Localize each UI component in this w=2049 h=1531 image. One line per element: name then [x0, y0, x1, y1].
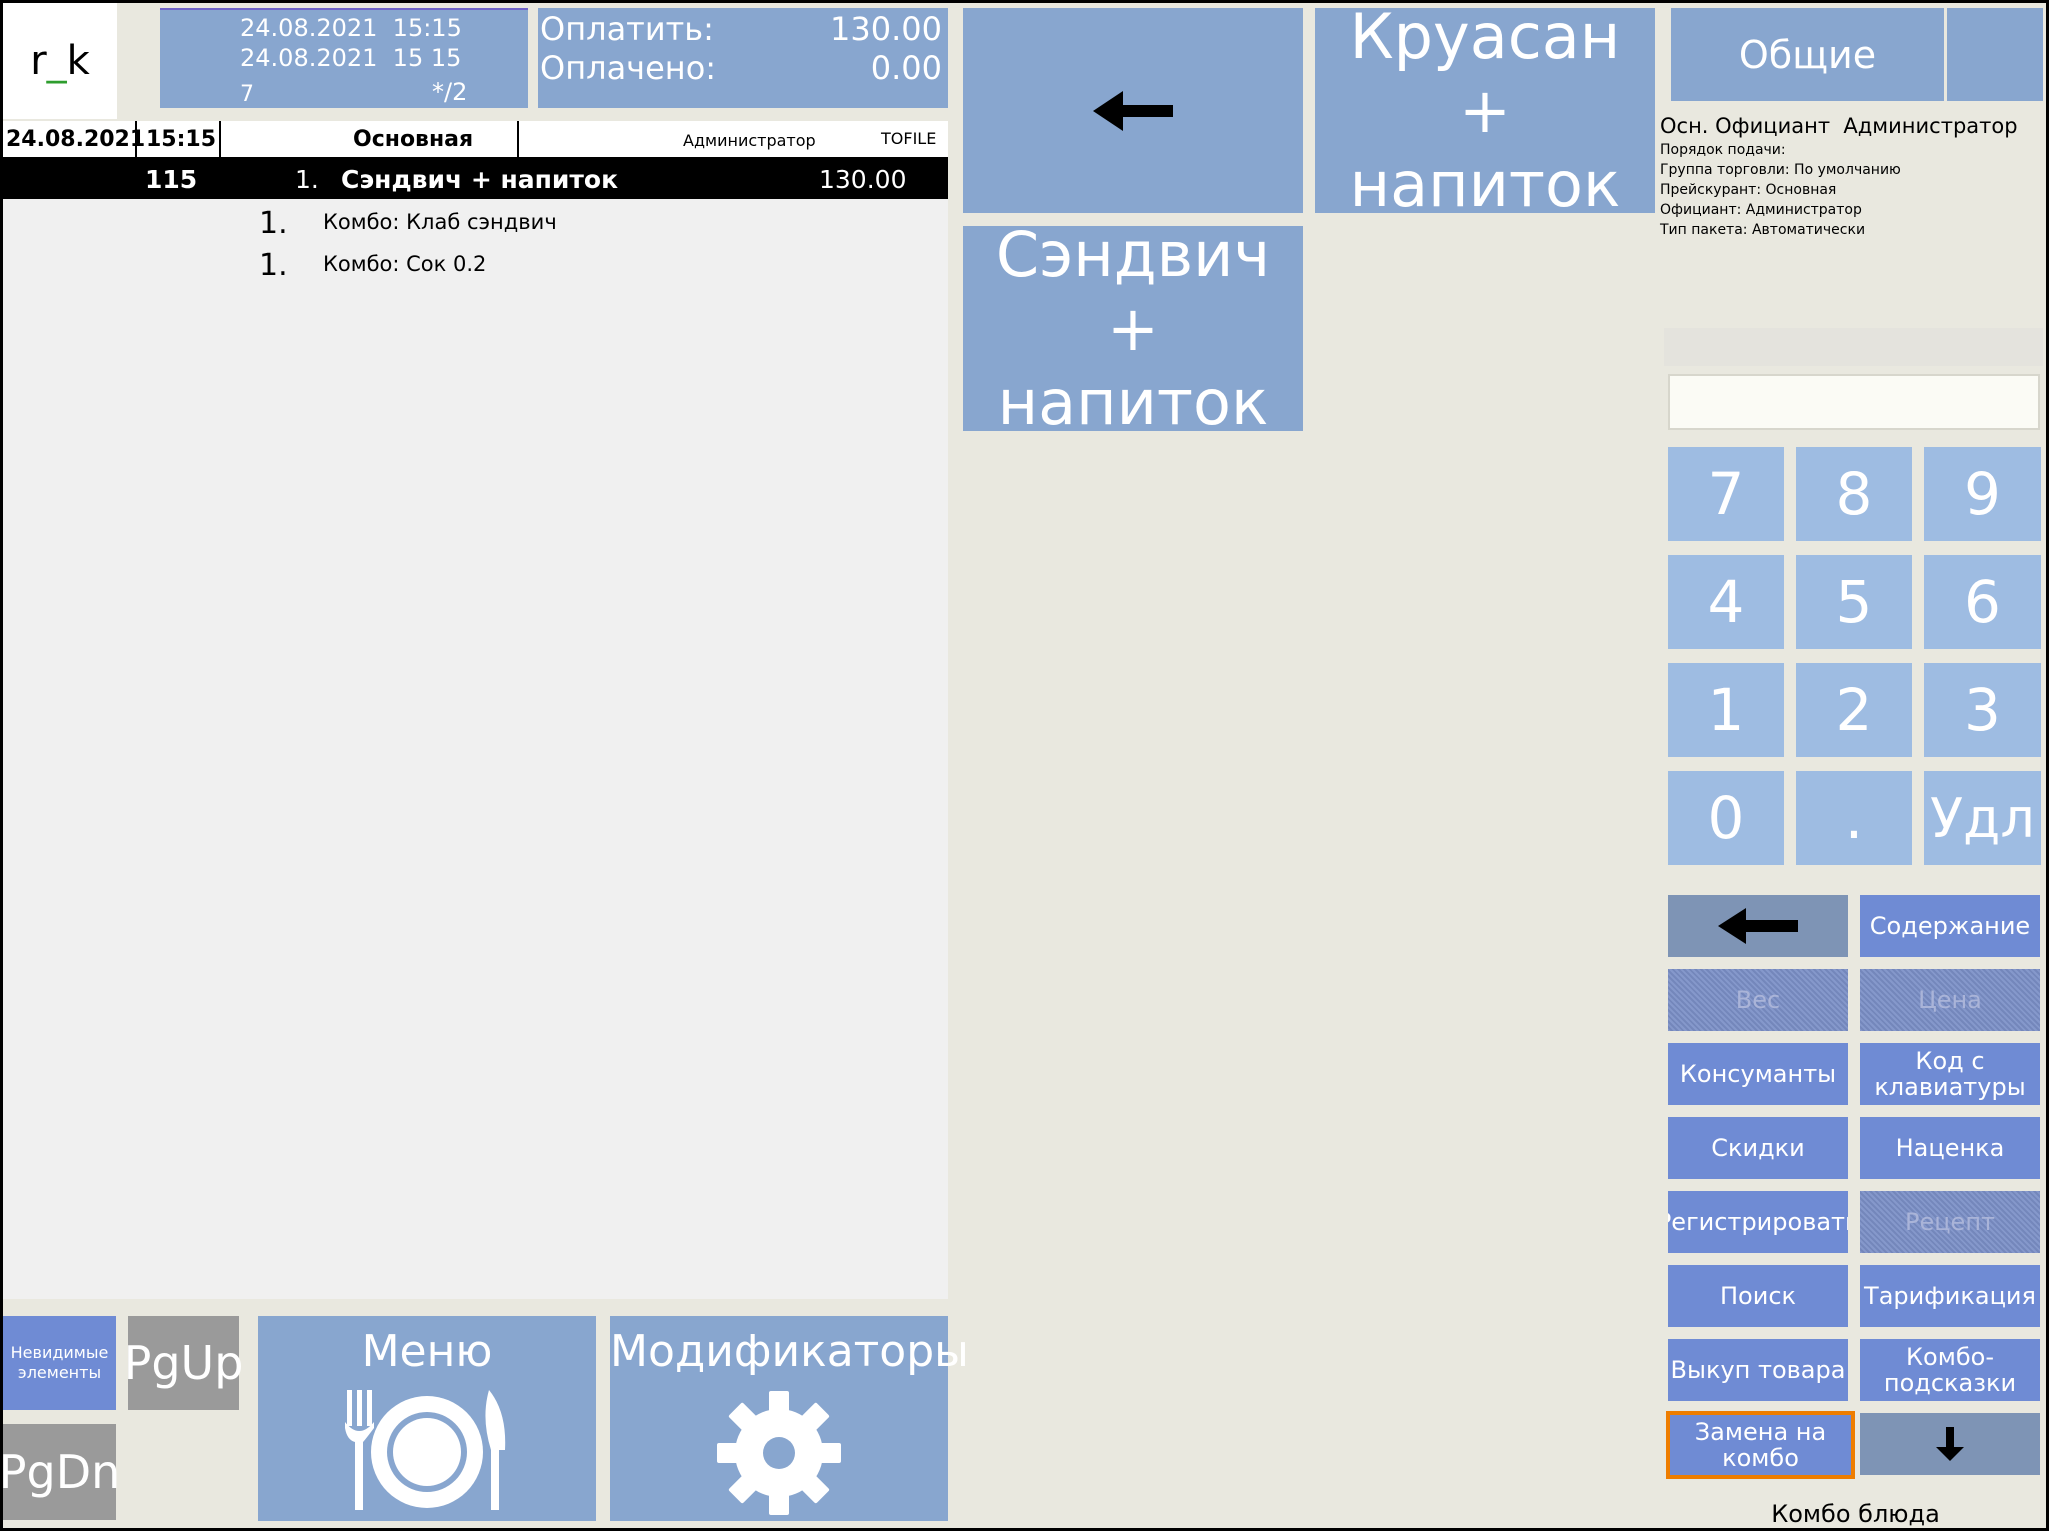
order-info-text: Осн. Официант Администратор Порядок пода…	[1660, 114, 2045, 238]
key-0[interactable]: 0	[1668, 771, 1784, 865]
header-separator	[219, 121, 221, 157]
back-button[interactable]	[1668, 895, 1848, 957]
weight-button[interactable]: Вес	[1668, 969, 1848, 1031]
component-qty: 1.	[259, 206, 288, 241]
price-button[interactable]: Цена	[1860, 969, 2040, 1031]
numeric-band	[1664, 328, 2043, 366]
search-button[interactable]: Поиск	[1668, 1265, 1848, 1327]
register-button[interactable]: Регистрировать	[1668, 1191, 1848, 1253]
combo-hints-button[interactable]: Комбо-подсказки	[1860, 1339, 2040, 1401]
key-8[interactable]: 8	[1796, 447, 1912, 541]
key-4[interactable]: 4	[1668, 555, 1784, 649]
group-footer-label: Комбо блюда	[1771, 1500, 1940, 1528]
menu-back-button[interactable]	[963, 8, 1303, 213]
dish-code: 115	[145, 165, 198, 194]
menu-item-sandwich-drink[interactable]: Сэндвич + напиток	[963, 218, 1303, 439]
menu-item-label: Круасан + напиток	[1349, 0, 1621, 221]
menu-item-croissant-drink[interactable]: Круасан + напиток	[1315, 0, 1655, 221]
component-qty: 1.	[259, 248, 288, 283]
paid-label: Оплачено:	[540, 49, 717, 87]
info-line: Группа торговли: По умолчанию	[1660, 162, 1901, 178]
key-9[interactable]: 9	[1924, 447, 2041, 541]
check-time: 15:15	[146, 127, 217, 152]
plate-cutlery-icon	[345, 1390, 506, 1510]
to-pay-value: 130.00	[830, 10, 942, 48]
dish-name: Сэндвич + напиток	[341, 165, 619, 194]
tab-common-label: Общие	[1738, 32, 1877, 77]
order-component-row[interactable]: 1. Комбо: Сок 0.2	[3, 244, 948, 284]
logo-gap	[117, 3, 160, 119]
key-dot[interactable]: .	[1796, 771, 1912, 865]
key-6[interactable]: 6	[1924, 555, 2041, 649]
logo-k: k	[66, 38, 90, 84]
markup-button[interactable]: Наценка	[1860, 1117, 2040, 1179]
guests-count: 7	[240, 82, 254, 107]
arrow-left-icon	[1718, 908, 1798, 944]
dish-qty: 1.	[295, 165, 319, 194]
key-2[interactable]: 2	[1796, 663, 1912, 757]
content-button[interactable]: Содержание	[1860, 895, 2040, 957]
gear-icon	[717, 1391, 841, 1515]
order-component-row[interactable]: 1. Комбо: Клаб сэндвич	[3, 202, 948, 242]
key-5[interactable]: 5	[1796, 555, 1912, 649]
info-line: Прейскурант: Основная	[1660, 182, 1837, 198]
tab-common[interactable]: Общие	[1671, 8, 1944, 101]
key-1[interactable]: 1	[1668, 663, 1784, 757]
key-7[interactable]: 7	[1668, 447, 1784, 541]
to-pay-label: Оплатить:	[540, 10, 714, 48]
replace-combo-button[interactable]: Замена на комбо	[1666, 1411, 1855, 1479]
page-up-button[interactable]: PgUp	[124, 1316, 243, 1410]
paid-value: 0.00	[870, 49, 942, 87]
app-logo: r _ k	[3, 3, 117, 119]
discounts-button[interactable]: Скидки	[1668, 1117, 1848, 1179]
check-file: TOFILE	[881, 129, 937, 148]
scroll-down-button[interactable]	[1860, 1413, 2040, 1475]
check-date: 24.08.2021	[6, 127, 146, 152]
menu-button-label: Меню	[361, 1326, 493, 1377]
order-list-header: 24.08.2021 15:15 Основная Администратор …	[3, 121, 948, 159]
logo-r: r	[30, 38, 47, 84]
payment-summary: Оплатить: 130.00 Оплачено: 0.00	[538, 8, 948, 108]
header-separator	[135, 121, 137, 157]
tab-extra[interactable]	[1947, 8, 2043, 101]
menu-item-label: Сэндвич + напиток	[995, 217, 1271, 439]
arrow-left-icon	[1093, 90, 1173, 131]
panel-divider	[948, 3, 956, 1299]
component-name: Комбо: Клаб сэндвич	[323, 210, 557, 234]
arrow-down-icon	[1936, 1427, 1964, 1461]
order-open-date: 24.08.2021 15:15	[240, 14, 462, 42]
dish-price: 130.00	[819, 165, 907, 194]
order-info-panel: 24.08.2021 15:15 24.08.2021 15 15 7 */2	[160, 8, 528, 108]
check-price-list: Основная	[353, 127, 474, 152]
key-delete[interactable]: Удл	[1924, 771, 2041, 865]
buyback-button[interactable]: Выкуп товара	[1668, 1339, 1848, 1401]
key-3[interactable]: 3	[1924, 663, 2041, 757]
logo-underscore: _	[46, 38, 67, 84]
tariff-button[interactable]: Тарификация	[1860, 1265, 2040, 1327]
order-dish-row[interactable]: 115 1. Сэндвич + напиток 130.00	[3, 159, 948, 199]
header-separator	[517, 121, 519, 157]
info-line: Порядок подачи:	[1660, 142, 1786, 158]
recipe-button[interactable]: Рецепт	[1860, 1191, 2040, 1253]
info-main-waiter: Осн. Официант Администратор	[1660, 114, 2018, 138]
invisible-elements-button[interactable]: Невидимые элементы	[3, 1316, 116, 1410]
numeric-input[interactable]	[1668, 374, 2040, 430]
order-list[interactable]	[3, 121, 948, 1299]
component-name: Комбо: Сок 0.2	[323, 252, 487, 276]
menu-button[interactable]: Меню	[258, 1316, 596, 1521]
table-fraction: */2	[432, 78, 468, 106]
keyboard-code-button[interactable]: Код с клавиатуры	[1860, 1043, 2040, 1105]
modifiers-button[interactable]: Модификаторы	[610, 1316, 969, 1521]
check-waiter: Администратор	[683, 131, 816, 150]
order-change-date: 24.08.2021 15 15	[240, 44, 462, 72]
consumables-button[interactable]: Консуманты	[1668, 1043, 1848, 1105]
info-line: Тип пакета: Автоматически	[1660, 222, 1866, 238]
info-line: Официант: Администратор	[1660, 202, 1862, 218]
page-down-button[interactable]: PgDn	[0, 1424, 120, 1520]
modifiers-button-label: Модификаторы	[610, 1326, 969, 1377]
